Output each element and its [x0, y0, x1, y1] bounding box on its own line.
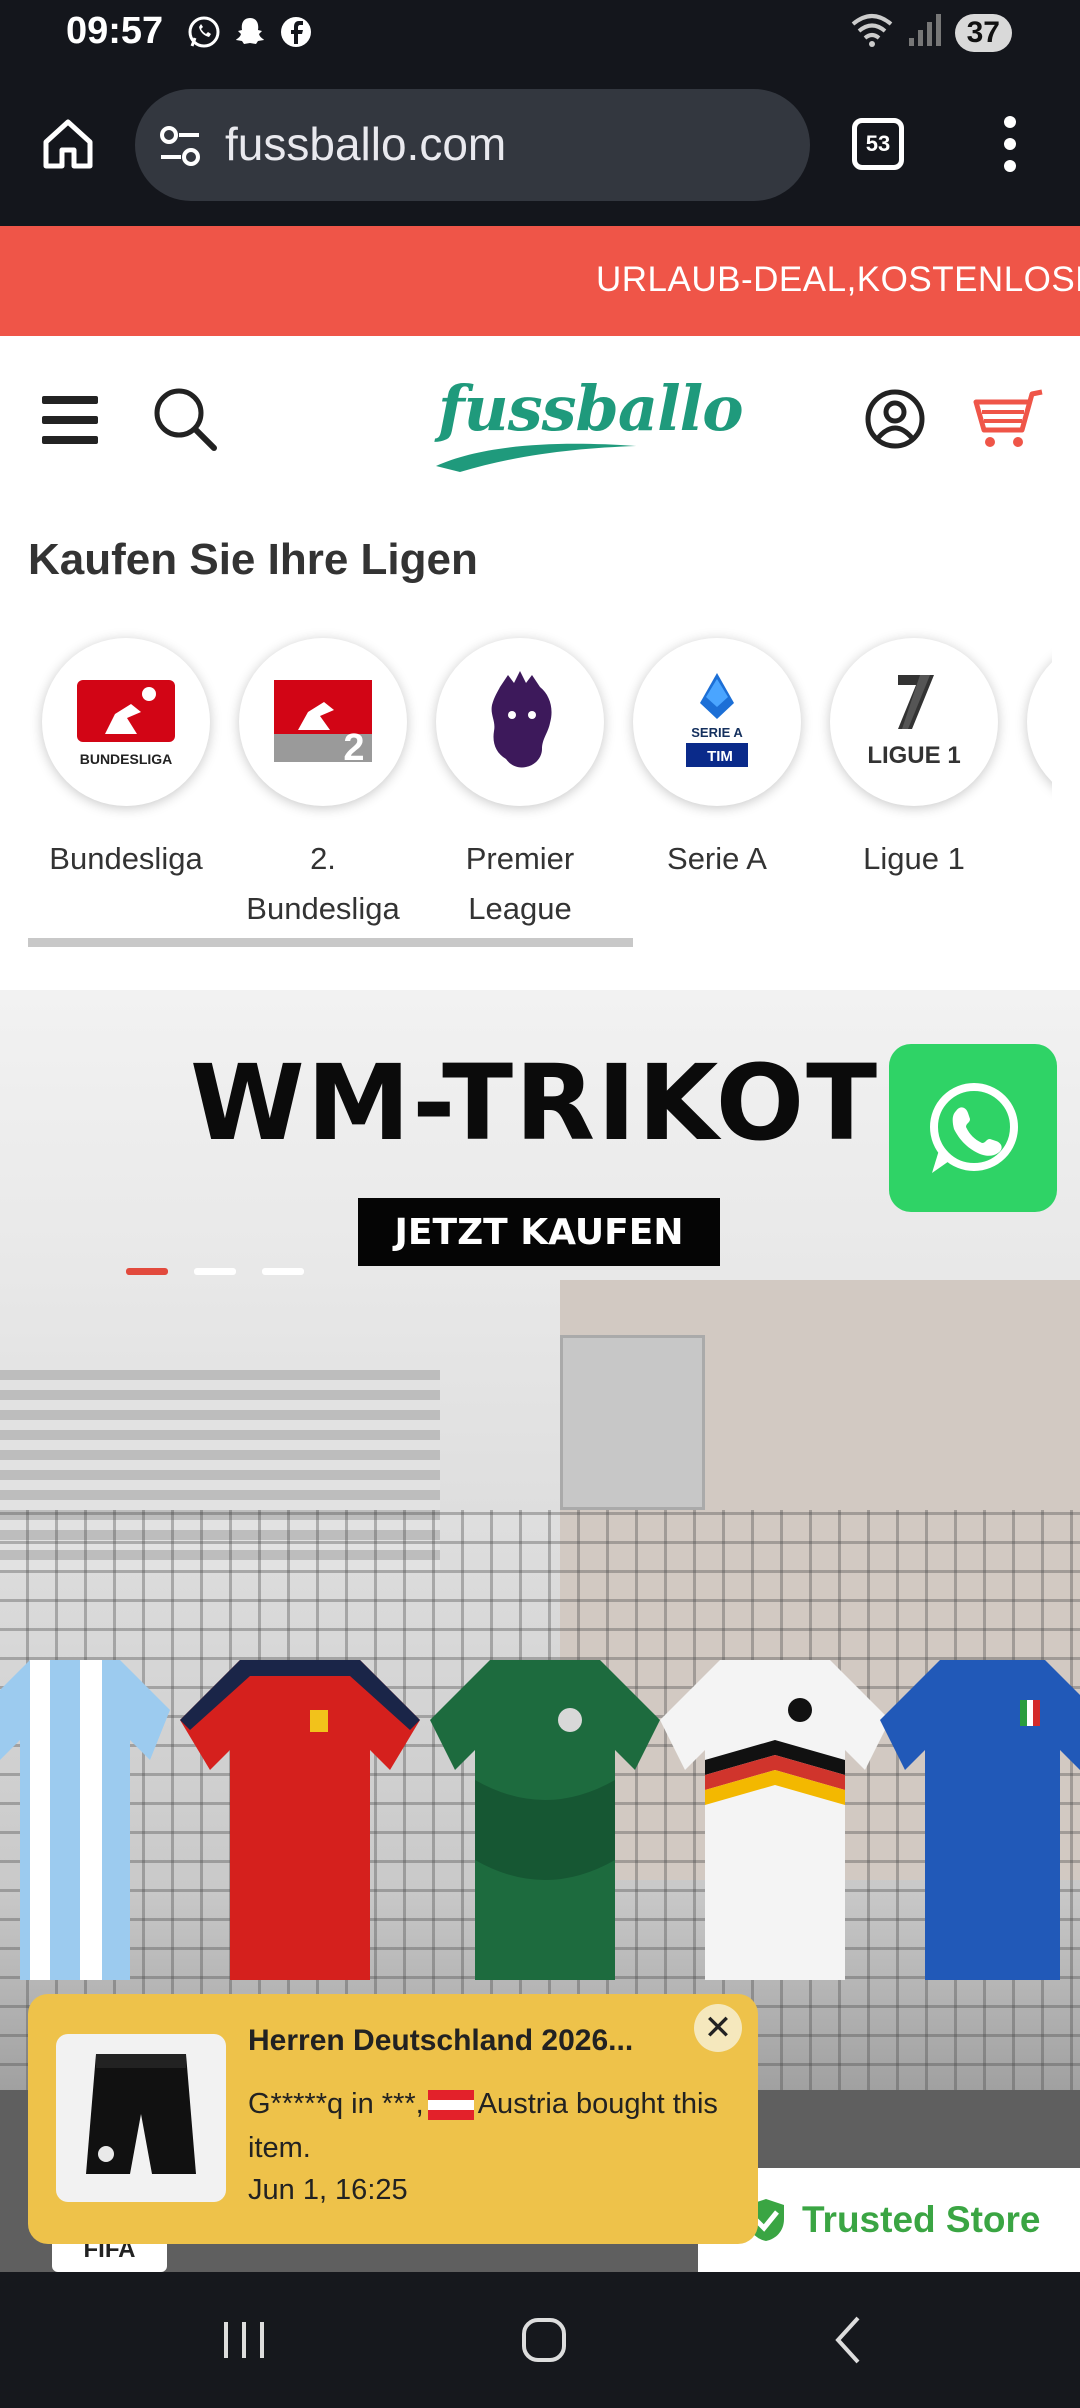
- leagues-heading: Kaufen Sie Ihre Ligen: [28, 535, 478, 584]
- league-item-2-bundesliga[interactable]: 2 2. Bundesliga: [225, 628, 421, 934]
- italy-jersey-image: [880, 1660, 1080, 1980]
- austria-flag-icon: [427, 2090, 474, 2121]
- league-item-bundesliga[interactable]: BUNDESLIGA Bundesliga: [28, 628, 224, 884]
- league-label: 2. Bundesliga: [246, 841, 400, 926]
- whatsapp-chat-button[interactable]: [889, 1044, 1057, 1212]
- whatsapp-icon: [930, 1083, 1018, 1173]
- hero-title: WM-TRIKOT: [190, 1042, 880, 1164]
- account-icon[interactable]: [864, 388, 926, 450]
- search-icon[interactable]: [152, 386, 218, 452]
- url-text[interactable]: fussballo.com: [225, 117, 506, 171]
- spain-jersey-image: [180, 1660, 420, 1980]
- close-icon[interactable]: ✕: [694, 2004, 742, 2052]
- whatsapp-icon: [186, 14, 222, 50]
- league-label: Premier League: [465, 841, 575, 926]
- battery-level: 37: [954, 13, 1012, 52]
- site-header: fussballo: [0, 336, 1080, 512]
- status-bar: 09:57 37: [0, 0, 1080, 66]
- carousel-dot[interactable]: [262, 1268, 304, 1275]
- bundesliga-logo: BUNDESLIGA: [42, 638, 210, 806]
- product-thumbnail[interactable]: [56, 2034, 226, 2202]
- address-bar[interactable]: fussballo.com: [135, 89, 810, 201]
- league-item-next[interactable]: [1013, 628, 1052, 806]
- trusted-store-label: Trusted Store: [802, 2199, 1041, 2240]
- carousel-dot[interactable]: [194, 1268, 236, 1275]
- hero-background-box: [560, 1335, 705, 1510]
- hero-carousel-dots[interactable]: [126, 1268, 304, 1275]
- site-logo[interactable]: fussballo: [430, 366, 744, 476]
- browser-toolbar: fussballo.com 53: [0, 66, 1080, 226]
- recent-apps-icon[interactable]: [214, 2310, 274, 2370]
- 2-bundesliga-logo-caption: 2: [343, 727, 364, 769]
- leagues-carousel[interactable]: BUNDESLIGA Bundesliga 2 2. Bundesliga Pr…: [0, 628, 1052, 938]
- germany-jersey-image: [660, 1660, 890, 1980]
- 2-bundesliga-logo: 2: [239, 638, 407, 806]
- carousel-dot[interactable]: [126, 1268, 168, 1275]
- wifi-icon: [849, 12, 895, 53]
- facebook-icon: [278, 14, 314, 50]
- shop-now-button[interactable]: JETZT KAUFEN: [358, 1198, 720, 1266]
- bundesliga-logo-caption: BUNDESLIGA: [80, 751, 173, 767]
- back-icon[interactable]: [820, 2310, 880, 2370]
- popup-product-title[interactable]: Herren Deutschland 2026...: [248, 2024, 633, 2058]
- notification-icons: [186, 14, 314, 50]
- league-label: Bundesliga: [49, 841, 203, 876]
- league-item-serie-a[interactable]: SERIE A TIM Serie A: [619, 628, 815, 884]
- recent-purchase-popup[interactable]: Herren Deutschland 2026... G*****q in **…: [28, 1994, 758, 2244]
- mexico-jersey-image: [430, 1660, 660, 1980]
- signal-icon: [907, 12, 943, 53]
- svg-text:TIM: TIM: [707, 748, 733, 765]
- league-label: Serie A: [667, 841, 767, 876]
- cart-icon[interactable]: [968, 388, 1048, 452]
- premier-league-lion-logo: [436, 638, 604, 806]
- announcement-bar[interactable]: URLAUB-DEAL,KOSTENLOSE: [0, 226, 1080, 336]
- argentina-jersey-image: [0, 1660, 170, 1980]
- home-icon[interactable]: [38, 114, 98, 174]
- system-navigation-bar: [0, 2272, 1080, 2408]
- more-options-icon[interactable]: [996, 114, 1024, 174]
- announcement-text: URLAUB-DEAL,KOSTENLOSE: [596, 260, 1080, 299]
- league-logo-partial: [1027, 638, 1052, 806]
- tab-switcher-button[interactable]: 53: [852, 118, 904, 170]
- home-nav-icon[interactable]: [514, 2310, 574, 2370]
- serie-a-logo-caption: SERIE A: [691, 725, 743, 740]
- site-settings-icon[interactable]: [157, 123, 203, 169]
- league-item-ligue-1[interactable]: LIGUE 1 Ligue 1: [816, 628, 1012, 884]
- popup-date: Jun 1, 16:25: [248, 2174, 408, 2206]
- popup-buyer-text: G*****q in ***, Austria bought this item.: [248, 2082, 738, 2170]
- serie-a-logo: SERIE A TIM: [633, 638, 801, 806]
- leagues-scrollbar[interactable]: [28, 938, 633, 947]
- ligue-1-logo-caption: LIGUE 1: [867, 742, 960, 769]
- menu-icon[interactable]: [42, 396, 98, 444]
- popup-buyer-name: G*****q in ***,: [248, 2088, 424, 2120]
- league-item-premier-league[interactable]: Premier League: [422, 628, 618, 934]
- ligue-1-logo: LIGUE 1: [830, 638, 998, 806]
- status-time: 09:57: [66, 10, 164, 52]
- snapchat-icon: [232, 14, 268, 50]
- league-label: Ligue 1: [863, 841, 965, 876]
